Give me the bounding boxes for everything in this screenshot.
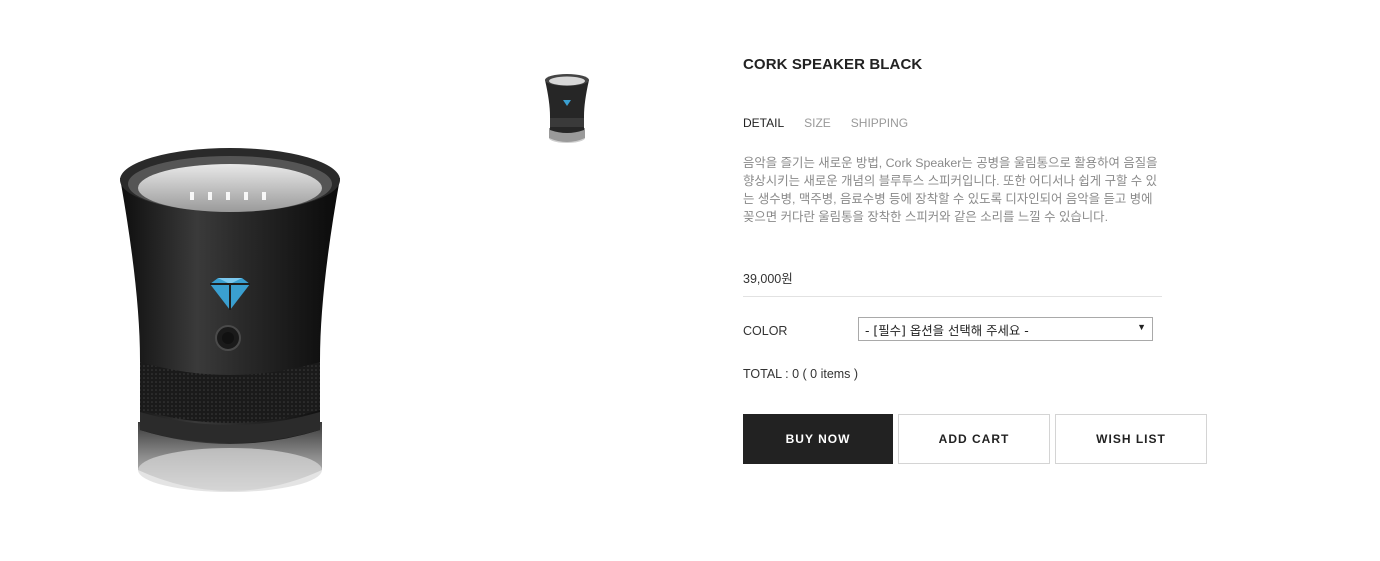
tab-detail[interactable]: DETAIL (743, 116, 784, 130)
tab-shipping[interactable]: SHIPPING (851, 116, 908, 130)
color-option-label: COLOR (743, 324, 788, 338)
tab-size[interactable]: SIZE (804, 116, 831, 130)
product-info-tabs: DETAIL SIZE SHIPPING (743, 116, 908, 130)
description-line: 는 생수병, 맥주병, 음료수병 등에 장착할 수 있도록 디자인되어 음악을 … (743, 192, 1153, 206)
wish-list-button[interactable]: WISH LIST (1055, 414, 1207, 464)
total-summary: TOTAL : 0 ( 0 items ) (743, 367, 859, 381)
select-value: - [필수] 옵션을 선택해 주세요 - (865, 323, 1029, 338)
product-price: 39,000원 (743, 272, 793, 286)
buy-now-button[interactable]: BUY NOW (743, 414, 893, 464)
product-main-image (110, 140, 350, 506)
color-option-select[interactable]: - [필수] 옵션을 선택해 주세요 - ▼ (858, 317, 1153, 341)
description-line: 향상시키는 새로운 개념의 블루투스 스피커입니다. 또한 어디서나 쉽게 구할… (743, 174, 1158, 188)
description-line: 꽂으면 커다란 울림통을 장착한 스피커와 같은 소리를 느낄 수 있습니다. (743, 210, 1109, 224)
description-line: 음악을 즐기는 새로운 방법, Cork Speaker는 공병을 울림통으로 … (743, 156, 1158, 170)
product-description: 음악을 즐기는 새로운 방법, Cork Speaker는 공병을 울림통으로 … (743, 154, 1158, 226)
triangle-down-icon: ▼ (1137, 322, 1146, 332)
product-thumbnail[interactable] (543, 72, 591, 146)
divider (743, 296, 1162, 297)
add-cart-button[interactable]: ADD CART (898, 414, 1050, 464)
product-title: CORK SPEAKER BLACK (743, 56, 923, 73)
